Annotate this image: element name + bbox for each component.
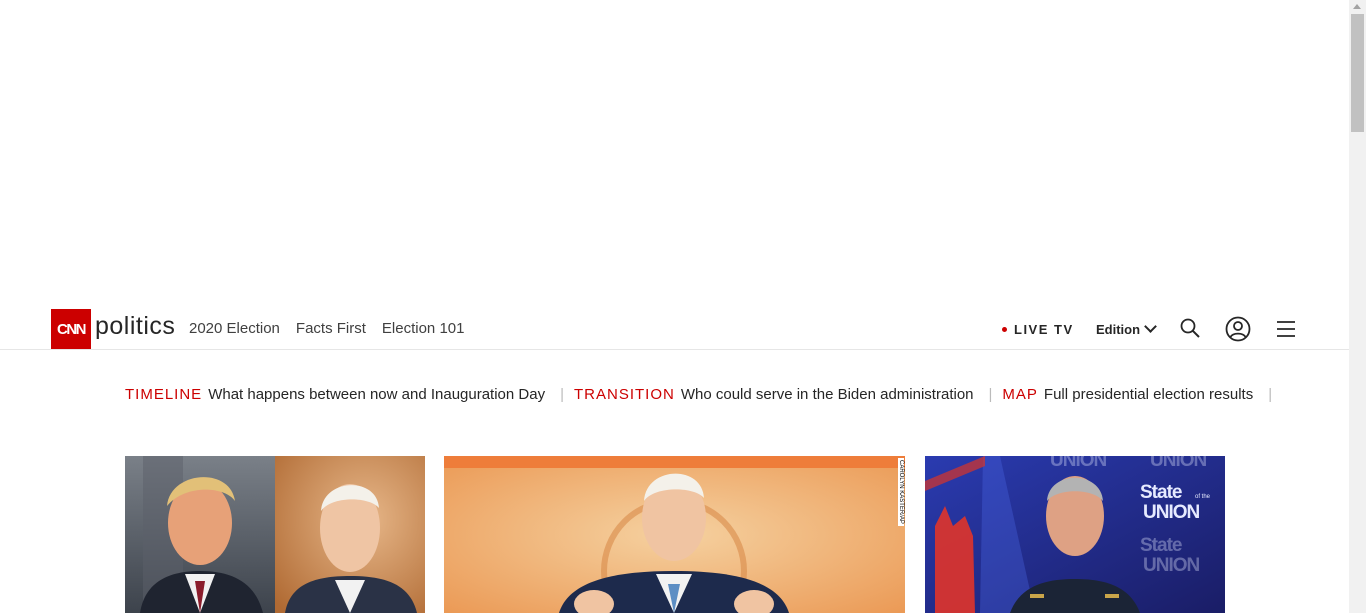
site-header: CNN politics 2020 Election Facts First E…: [0, 308, 1349, 350]
quicklink-kicker: TRANSITION: [574, 386, 675, 403]
nav-election-101[interactable]: Election 101: [382, 320, 465, 337]
nav-facts-first[interactable]: Facts First: [296, 320, 366, 337]
separator: |: [560, 386, 564, 403]
edition-label: Edition: [1096, 322, 1141, 337]
quicklink-map[interactable]: MAP Full presidential election results: [1002, 386, 1253, 403]
search-icon[interactable]: [1180, 318, 1200, 338]
story-card-image-1[interactable]: [125, 456, 425, 613]
scrollbar-thumb[interactable]: [1351, 14, 1364, 132]
scroll-up-icon[interactable]: [1353, 4, 1361, 9]
quicklink-kicker: MAP: [1002, 386, 1038, 403]
logo-text: CNN: [57, 320, 87, 338]
svg-text:of the: of the: [1195, 494, 1211, 500]
edition-select[interactable]: Edition: [1096, 320, 1157, 337]
live-tv-label: LIVE TV: [1014, 322, 1074, 337]
quicklink-kicker: TIMELINE: [125, 386, 203, 403]
nav-2020-election[interactable]: 2020 Election: [189, 320, 280, 337]
svg-text:State: State: [1140, 535, 1182, 556]
quicklink-text: Full presidential election results: [1043, 386, 1254, 403]
ad-space: [0, 0, 1349, 308]
menu-icon[interactable]: [1276, 320, 1296, 338]
separator: |: [1268, 386, 1273, 403]
photo-credit: CAROLYN KASTER/AP: [896, 458, 904, 538]
story-card-image-2[interactable]: CAROLYN KASTER/AP: [444, 456, 905, 613]
page-scrollbar[interactable]: [1349, 0, 1366, 613]
biden-speech-photo: [444, 456, 905, 613]
svg-text:UNION: UNION: [1150, 456, 1207, 471]
user-icon[interactable]: [1225, 316, 1251, 342]
live-tv-link[interactable]: LIVE TV: [1002, 322, 1074, 337]
svg-text:State: State: [1140, 482, 1182, 503]
live-dot-icon: [1002, 327, 1007, 333]
section-title[interactable]: politics: [95, 312, 175, 341]
quicklink-text: Who could serve in the Biden administrat…: [680, 386, 974, 403]
quicklink-timeline[interactable]: TIMELINE What happens between now and In…: [125, 386, 545, 403]
svg-text:UNION: UNION: [1143, 502, 1200, 523]
section-nav: 2020 Election Facts First Election 101: [189, 320, 464, 337]
quicklink-transition[interactable]: TRANSITION Who could serve in the Biden …: [574, 386, 974, 403]
svg-text:UNION: UNION: [1143, 555, 1200, 576]
state-of-the-union-photo: State of the UNION State UNION UNION UNI…: [925, 456, 1225, 613]
cnn-logo[interactable]: CNN: [51, 309, 91, 349]
photo-credit-text: CAROLYN KASTER/AP: [898, 458, 904, 526]
quicklink-text: What happens between now and Inauguratio…: [208, 386, 546, 403]
trump-biden-photo: [125, 456, 425, 613]
svg-text:UNION: UNION: [1050, 456, 1107, 471]
quicklinks-bar: TIMELINE What happens between now and In…: [125, 386, 1282, 403]
story-card-image-3[interactable]: State of the UNION State UNION UNION UNI…: [925, 456, 1225, 613]
chevron-down-icon: [1144, 320, 1157, 333]
separator: |: [988, 386, 993, 403]
